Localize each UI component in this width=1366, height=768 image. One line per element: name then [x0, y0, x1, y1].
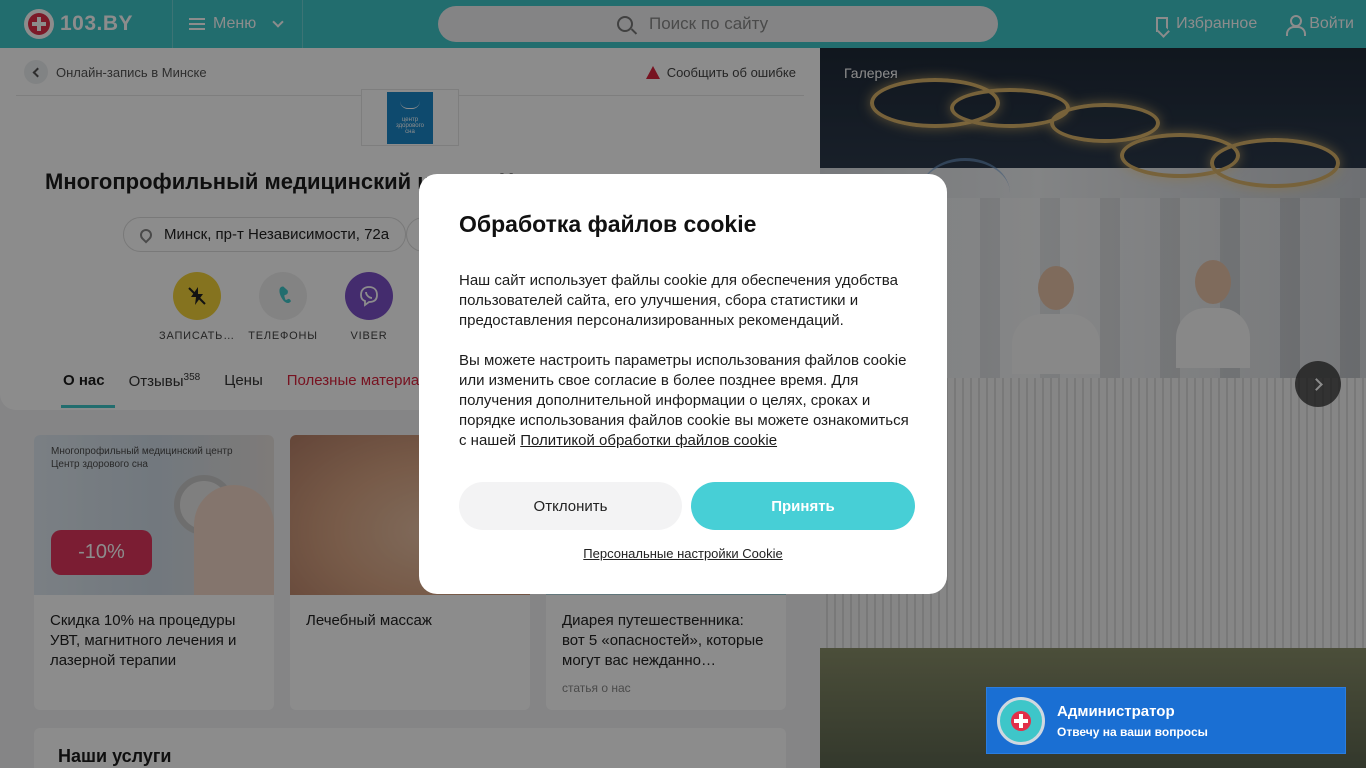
- cookie-modal-body: Наш сайт использует файлы cookie для обе…: [459, 271, 914, 471]
- cookie-paragraph-1: Наш сайт использует файлы cookie для обе…: [459, 272, 898, 329]
- cookie-settings-link[interactable]: Персональные настройки Cookie: [419, 546, 947, 561]
- cookie-paragraph-2: Вы можете настроить параметры использова…: [459, 351, 914, 451]
- cookie-policy-link[interactable]: Политикой обработки файлов cookie: [520, 432, 777, 449]
- avatar: [997, 696, 1045, 745]
- cookie-modal-title: Обработка файлов cookie: [459, 211, 757, 237]
- decline-button[interactable]: Отклонить: [459, 482, 682, 530]
- chat-subtitle: Отвечу на ваши вопросы: [1057, 724, 1208, 739]
- cookie-modal: Обработка файлов cookie Наш сайт использ…: [419, 174, 947, 594]
- chat-title: Администратор: [1057, 702, 1175, 720]
- chat-widget[interactable]: Администратор Отвечу на ваши вопросы: [986, 687, 1346, 754]
- accept-button[interactable]: Принять: [691, 482, 915, 530]
- logo-cross-icon: [1011, 710, 1031, 731]
